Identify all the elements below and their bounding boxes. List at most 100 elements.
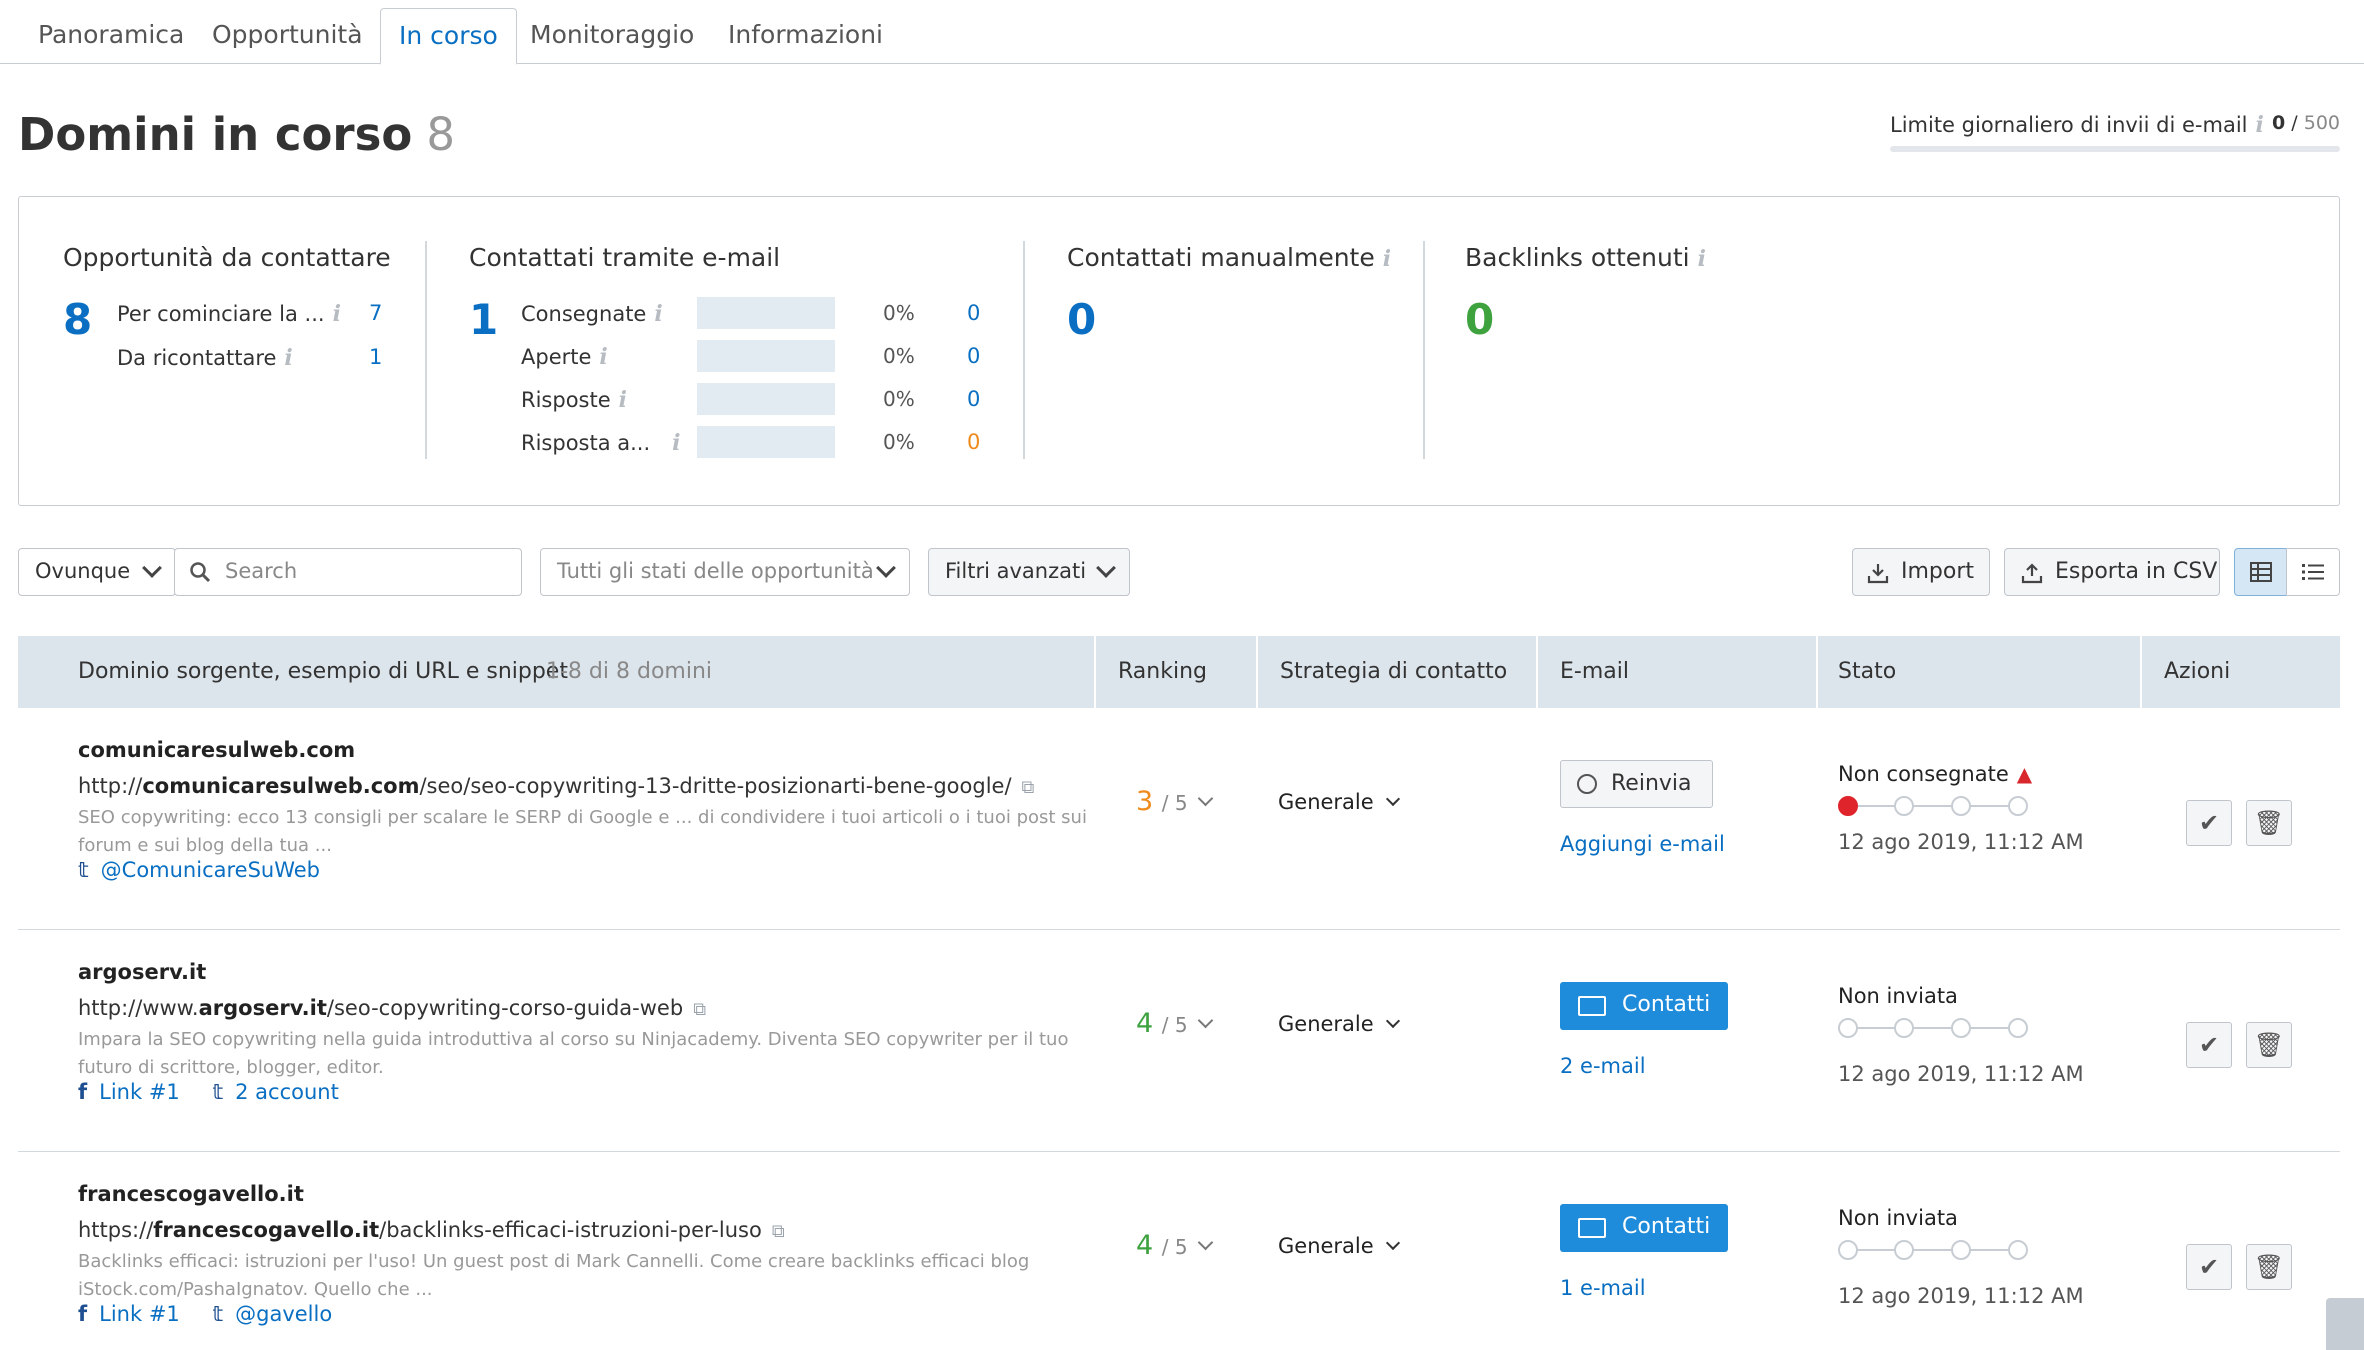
email-limit-progress-bar — [1890, 146, 2340, 152]
row-label: Risposte — [521, 388, 611, 412]
social-link[interactable]: f Link #1 — [78, 1302, 180, 1326]
chevron-down-icon — [876, 558, 896, 578]
contacts-button[interactable]: Contatti — [1560, 1204, 1729, 1252]
url-path: /backlinks-efficaci-istruzioni-per-luso — [379, 1218, 762, 1242]
strategy-value: Generale — [1278, 1234, 1374, 1258]
delete-button[interactable]: 🗑 — [2246, 1022, 2292, 1068]
strategy-select[interactable]: Generale — [1278, 790, 1400, 814]
feedback-widget[interactable] — [2326, 1298, 2364, 1350]
info-icon[interactable]: i — [284, 345, 292, 371]
social-link[interactable]: 𝕥 @ComunicareSuWeb — [78, 858, 320, 882]
row-url[interactable]: https://francescogavello.it/backlinks-ef… — [78, 1218, 785, 1242]
info-icon[interactable]: i — [619, 387, 627, 413]
resend-button[interactable]: Reinvia — [1560, 760, 1713, 808]
search-input[interactable]: Search — [174, 548, 522, 596]
column-header-status[interactable]: Stato — [1838, 636, 1896, 708]
external-link-icon[interactable]: ⧉ — [772, 1221, 785, 1242]
delete-button[interactable]: 🗑 — [2246, 1244, 2292, 1290]
status-label: Non inviata — [1838, 984, 1958, 1008]
column-header-actions: Azioni — [2164, 659, 2231, 684]
status-steps — [1838, 796, 2028, 816]
check-icon: ✔ — [2198, 1253, 2220, 1281]
social-link[interactable]: f Link #1 — [78, 1080, 180, 1104]
email-row-pct: 0% — [883, 301, 915, 325]
status-select[interactable]: Tutti gli stati delle opportunità — [540, 548, 910, 596]
ranking-max: / 5 — [1161, 1235, 1188, 1259]
external-link-icon[interactable]: ⧉ — [1022, 777, 1035, 798]
status-text: Non inviata — [1838, 1206, 1958, 1230]
email-row-label: Consegnate i — [521, 301, 663, 327]
mark-done-button[interactable]: ✔ — [2186, 1244, 2232, 1290]
divider — [1423, 241, 1425, 459]
tab-opportunita[interactable]: Opportunità — [194, 8, 381, 65]
column-header-domain[interactable]: Dominio sorgente, esempio di URL e snipp… — [78, 636, 568, 708]
row-label: Aperte — [521, 345, 592, 369]
info-icon[interactable]: i — [672, 430, 680, 456]
contacts-button[interactable]: Contatti — [1560, 982, 1729, 1030]
strategy-value: Generale — [1278, 1012, 1374, 1036]
ranking-selector[interactable]: 4 / 5 — [1136, 1230, 1213, 1261]
ranking-selector[interactable]: 4 / 5 — [1136, 1008, 1213, 1039]
column-header-ranking[interactable]: Ranking — [1118, 636, 1207, 708]
column-header-strategy[interactable]: Strategia di contatto — [1280, 636, 1507, 708]
info-icon[interactable]: i — [333, 301, 341, 327]
advanced-filters-button[interactable]: Filtri avanzati — [928, 548, 1130, 596]
location-select[interactable]: Ovunque — [18, 548, 176, 596]
chevron-down-icon — [1197, 1234, 1213, 1251]
add-email-link[interactable]: Aggiungi e-mail — [1560, 832, 1725, 856]
table-view-toggle[interactable] — [2234, 548, 2288, 596]
email-count-link[interactable]: 1 e-mail — [1560, 1276, 1646, 1300]
page-title-text: Domini in corso — [18, 108, 413, 161]
tab-panoramica[interactable]: Panoramica — [20, 8, 202, 65]
divider — [1094, 636, 1096, 708]
email-row-value[interactable]: 0 — [967, 387, 980, 411]
twitter-icon: 𝕥 — [78, 858, 89, 882]
url-path: /seo-copywriting-corso-guida-web — [326, 996, 684, 1020]
opportunities-row-label: Da ricontattare i — [117, 345, 293, 371]
email-row-value[interactable]: 0 — [967, 430, 980, 454]
email-limit-total: 500 — [2303, 112, 2340, 134]
opportunities-row-value[interactable]: 1 — [369, 345, 382, 369]
info-icon[interactable]: i — [1383, 246, 1391, 272]
tab-informazioni[interactable]: Informazioni — [710, 8, 901, 65]
mark-done-button[interactable]: ✔ — [2186, 1022, 2232, 1068]
import-button[interactable]: Import — [1852, 548, 1990, 596]
list-view-toggle[interactable] — [2286, 548, 2340, 596]
tab-bar: Panoramica Opportunità In corso Monitora… — [0, 8, 2364, 65]
delete-button[interactable]: 🗑 — [2246, 800, 2292, 846]
info-icon[interactable]: i — [2255, 112, 2263, 138]
row-url[interactable]: http://www.argoserv.it/seo-copywriting-c… — [78, 996, 706, 1020]
ranking-selector[interactable]: 3 / 5 — [1136, 786, 1213, 817]
row-domain[interactable]: argoserv.it — [78, 960, 206, 984]
row-url[interactable]: http://comunicaresulweb.com/seo/seo-copy… — [78, 774, 1034, 798]
info-icon[interactable]: i — [1698, 246, 1706, 272]
social-label: Link #1 — [99, 1302, 180, 1326]
row-domain[interactable]: francescogavello.it — [78, 1182, 304, 1206]
external-link-icon[interactable]: ⧉ — [693, 999, 706, 1020]
email-row-label: Aperte i — [521, 344, 608, 370]
info-icon[interactable]: i — [654, 301, 662, 327]
info-icon[interactable]: i — [599, 344, 607, 370]
chevron-down-icon — [1385, 791, 1400, 807]
email-count-link[interactable]: 2 e-mail — [1560, 1054, 1646, 1078]
opportunities-row-value[interactable]: 7 — [369, 301, 382, 325]
mark-done-button[interactable]: ✔ — [2186, 800, 2232, 846]
social-link[interactable]: 𝕥 2 account — [212, 1080, 338, 1104]
tab-in-corso[interactable]: In corso — [380, 8, 517, 65]
email-row-value[interactable]: 0 — [967, 301, 980, 325]
email-row-value[interactable]: 0 — [967, 344, 980, 368]
row-snippet: Backlinks efficaci: istruzioni per l'uso… — [78, 1251, 1030, 1300]
export-csv-button[interactable]: Esporta in CSV — [2004, 548, 2220, 596]
result-range: 1-8 di 8 domini — [546, 659, 713, 684]
chevron-down-icon — [1385, 1013, 1400, 1029]
import-label: Import — [1901, 559, 1975, 584]
title-text: Backlinks ottenuti — [1465, 243, 1690, 272]
tab-monitoraggio[interactable]: Monitoraggio — [512, 8, 712, 65]
row-domain[interactable]: comunicaresulweb.com — [78, 738, 355, 762]
step-dot — [1838, 796, 1858, 816]
row-social: 𝕥 @ComunicareSuWeb — [78, 858, 346, 882]
strategy-select[interactable]: Generale — [1278, 1234, 1400, 1258]
social-link[interactable]: 𝕥 @gavello — [212, 1302, 332, 1326]
step-dot — [1894, 796, 1914, 816]
strategy-select[interactable]: Generale — [1278, 1012, 1400, 1036]
